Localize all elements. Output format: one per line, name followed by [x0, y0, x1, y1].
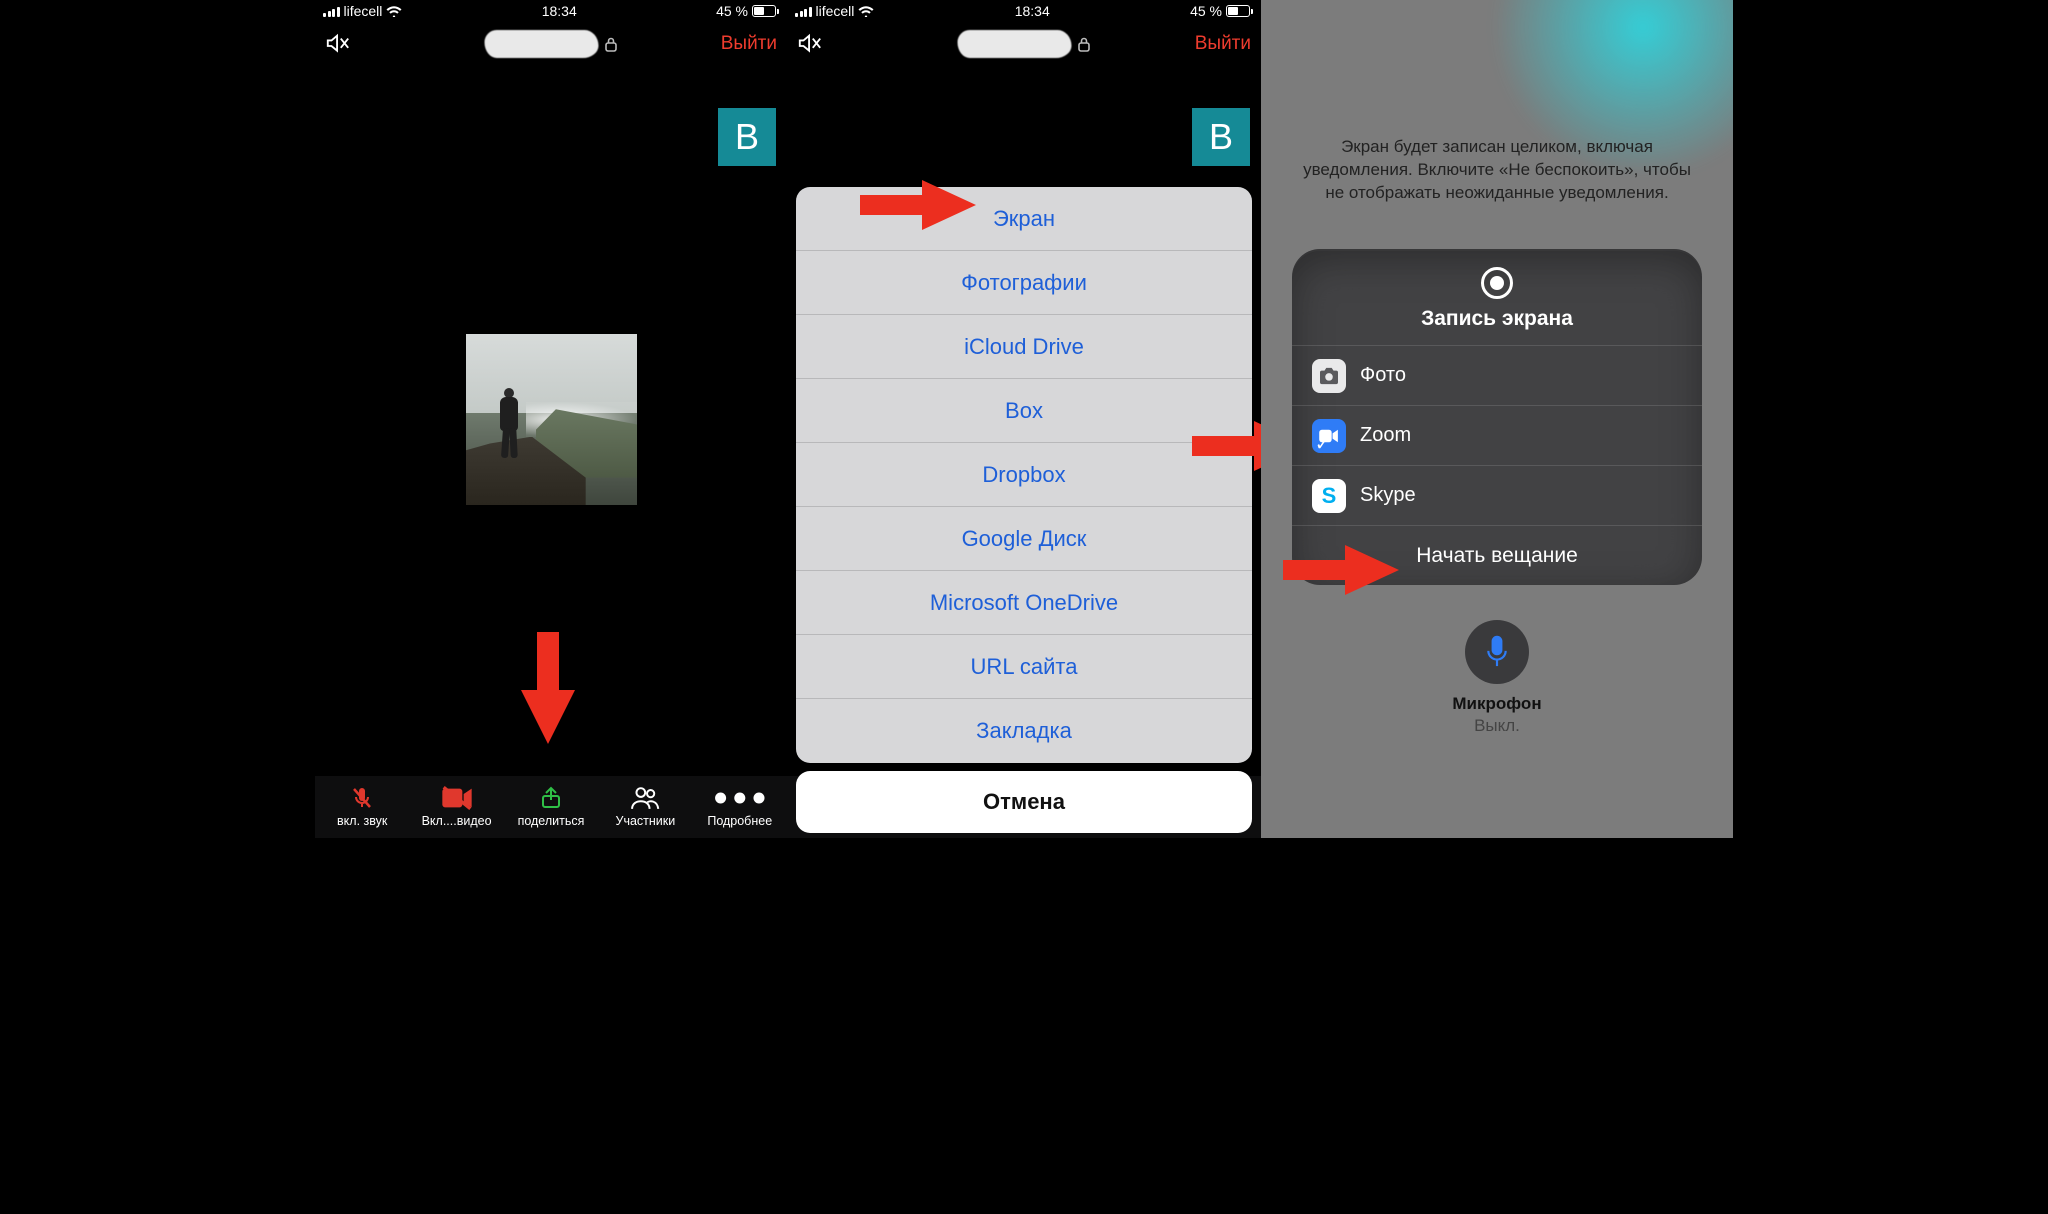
broadcast-warning: Экран будет записан целиком, включая уве… [1301, 136, 1693, 205]
screenshot-3: Экран будет записан целиком, включая уве… [1261, 0, 1733, 838]
bottom-toolbar: вкл. звук Вкл....видео поделиться Участн… [315, 776, 787, 838]
speaker-muted-icon[interactable] [797, 33, 823, 55]
share-option-bookmark[interactable]: Закладка [796, 699, 1252, 763]
share-button[interactable]: поделиться [512, 786, 590, 828]
carrier-label: lifecell [816, 3, 855, 19]
more-button[interactable]: Подробнее [701, 786, 779, 828]
meeting-title [485, 30, 618, 58]
share-option-icloud[interactable]: iCloud Drive [796, 315, 1252, 379]
record-icon [1481, 267, 1513, 299]
battery-percent: 45 % [1190, 3, 1222, 19]
status-bar: lifecell 18:34 45 % [315, 0, 787, 22]
status-bar: lifecell 18:34 45 % [787, 0, 1261, 22]
participant-tile[interactable]: В [1192, 108, 1250, 166]
speaker-muted-icon[interactable] [325, 33, 351, 55]
skype-app-icon: S [1312, 479, 1346, 513]
share-option-onedrive[interactable]: Microsoft OneDrive [796, 571, 1252, 635]
battery-percent: 45 % [716, 3, 748, 19]
toggle-audio-button[interactable]: вкл. звук [323, 786, 401, 828]
camera-icon [1312, 359, 1346, 393]
lock-icon [605, 37, 618, 52]
clock: 18:34 [1015, 3, 1050, 19]
participant-tile[interactable]: В [718, 108, 776, 166]
annotation-arrow-down-icon [521, 632, 575, 748]
start-broadcast-button[interactable]: Начать вещание [1292, 525, 1702, 585]
meeting-title [958, 30, 1091, 58]
battery-icon [752, 5, 779, 17]
toggle-video-button[interactable]: Вкл....видео [418, 786, 496, 828]
lock-icon [1078, 37, 1091, 52]
nav-bar: Выйти [315, 22, 787, 66]
cancel-button[interactable]: Отмена [796, 771, 1252, 833]
screen-record-card: Запись экрана Фото Zoom S Skype Начать в… [1292, 249, 1702, 585]
broadcast-app-zoom[interactable]: Zoom [1292, 405, 1702, 465]
screenshot-2: lifecell 18:34 45 % Выйти В вкл. звук Вк… [787, 0, 1261, 838]
broadcast-app-photo[interactable]: Фото [1292, 345, 1702, 405]
carrier-label: lifecell [344, 3, 383, 19]
wifi-icon [386, 5, 402, 17]
microphone-label: Микрофон [1261, 694, 1733, 714]
share-option-gdrive[interactable]: Google Диск [796, 507, 1252, 571]
share-action-sheet: Экран Фотографии iCloud Drive Box Dropbo… [796, 187, 1252, 833]
signal-icon [323, 6, 340, 17]
screenshot-1: lifecell 18:34 45 % Выйти В вкл. звук В [315, 0, 787, 838]
nav-bar: Выйти [787, 22, 1261, 66]
microphone-toggle[interactable] [1465, 620, 1529, 684]
checkmark-icon: ✓ [1315, 434, 1330, 455]
leave-button[interactable]: Выйти [1195, 33, 1251, 55]
share-option-url[interactable]: URL сайта [796, 635, 1252, 699]
share-option-screen[interactable]: Экран [796, 187, 1252, 251]
participants-button[interactable]: Участники [606, 786, 684, 828]
share-option-dropbox[interactable]: Dropbox [796, 443, 1252, 507]
card-title: Запись экрана [1292, 307, 1702, 331]
wifi-icon [858, 5, 874, 17]
share-option-photos[interactable]: Фотографии [796, 251, 1252, 315]
battery-icon [1226, 5, 1253, 17]
microphone-state: Выкл. [1261, 716, 1733, 736]
broadcast-app-skype[interactable]: S Skype [1292, 465, 1702, 525]
leave-button[interactable]: Выйти [721, 33, 777, 55]
share-option-box[interactable]: Box [796, 379, 1252, 443]
clock: 18:34 [542, 3, 577, 19]
signal-icon [795, 6, 812, 17]
shared-photo [466, 334, 637, 505]
